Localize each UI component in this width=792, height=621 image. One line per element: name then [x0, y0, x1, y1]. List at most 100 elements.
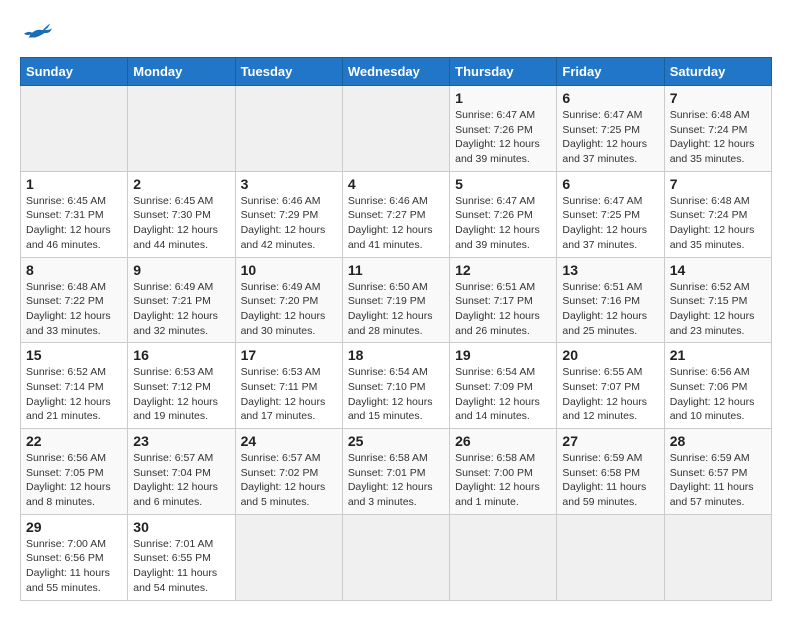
day-number: 22: [26, 433, 122, 449]
day-detail: Sunrise: 6:57 AMSunset: 7:04 PMDaylight:…: [133, 451, 229, 510]
day-number: 1: [455, 90, 551, 106]
calendar-day-cell: 7 Sunrise: 6:48 AMSunset: 7:24 PMDaylight…: [664, 86, 771, 172]
day-number: 9: [133, 262, 229, 278]
calendar-day-cell: [235, 514, 342, 600]
day-detail: Sunrise: 6:49 AMSunset: 7:20 PMDaylight:…: [241, 280, 337, 339]
day-number: 6: [562, 176, 658, 192]
day-number: 2: [133, 176, 229, 192]
calendar-day-cell: 18 Sunrise: 6:54 AMSunset: 7:10 PMDayligh…: [342, 343, 449, 429]
calendar-day-cell: [664, 514, 771, 600]
day-detail: Sunrise: 6:52 AMSunset: 7:14 PMDaylight:…: [26, 365, 122, 424]
calendar-day-cell: 23Sunrise: 6:57 AMSunset: 7:04 PMDayligh…: [128, 429, 235, 515]
calendar-day-cell: 2 Sunrise: 6:45 AMSunset: 7:30 PMDaylight…: [128, 171, 235, 257]
day-detail: Sunrise: 7:00 AMSunset: 6:56 PMDaylight:…: [26, 537, 122, 596]
day-number: 24: [241, 433, 337, 449]
day-detail: Sunrise: 6:47 AMSunset: 7:25 PMDaylight:…: [562, 108, 658, 167]
day-of-week-header: Thursday: [450, 58, 557, 86]
calendar-day-cell: 21Sunrise: 6:56 AMSunset: 7:06 PMDayligh…: [664, 343, 771, 429]
day-detail: Sunrise: 6:56 AMSunset: 7:05 PMDaylight:…: [26, 451, 122, 510]
day-number: 13: [562, 262, 658, 278]
day-number: 7: [670, 176, 766, 192]
calendar-day-cell: 14 Sunrise: 6:52 AMSunset: 7:15 PMDayligh…: [664, 257, 771, 343]
day-number: 27: [562, 433, 658, 449]
logo: [20, 20, 52, 47]
day-of-week-header: Saturday: [664, 58, 771, 86]
day-detail: Sunrise: 6:50 AMSunset: 7:19 PMDaylight:…: [348, 280, 444, 339]
day-number: 12: [455, 262, 551, 278]
calendar-day-cell: 4 Sunrise: 6:46 AMSunset: 7:27 PMDaylight…: [342, 171, 449, 257]
calendar-day-cell: 22 Sunrise: 6:56 AMSunset: 7:05 PMDayligh…: [21, 429, 128, 515]
calendar-day-cell: 8Sunrise: 6:48 AMSunset: 7:22 PMDaylight…: [21, 257, 128, 343]
calendar-week-row: 15Sunrise: 6:52 AMSunset: 7:14 PMDayligh…: [21, 343, 772, 429]
calendar-week-row: 29Sunrise: 7:00 AMSunset: 6:56 PMDayligh…: [21, 514, 772, 600]
day-number: 28: [670, 433, 766, 449]
day-detail: Sunrise: 6:48 AMSunset: 7:24 PMDaylight:…: [670, 108, 766, 167]
calendar-day-cell: 30Sunrise: 7:01 AMSunset: 6:55 PMDayligh…: [128, 514, 235, 600]
calendar-day-cell: [235, 86, 342, 172]
day-detail: Sunrise: 6:48 AMSunset: 7:24 PMDaylight:…: [670, 194, 766, 253]
day-number: 4: [348, 176, 444, 192]
day-detail: Sunrise: 6:58 AMSunset: 7:00 PMDaylight:…: [455, 451, 551, 510]
calendar-day-cell: 1 Sunrise: 6:45 AMSunset: 7:31 PMDaylight…: [21, 171, 128, 257]
calendar-day-cell: [21, 86, 128, 172]
day-of-week-header: Tuesday: [235, 58, 342, 86]
calendar-day-cell: [450, 514, 557, 600]
calendar-day-cell: 1Sunrise: 6:47 AMSunset: 7:26 PMDaylight…: [450, 86, 557, 172]
day-number: 1: [26, 176, 122, 192]
day-detail: Sunrise: 6:45 AMSunset: 7:30 PMDaylight:…: [133, 194, 229, 253]
day-number: 25: [348, 433, 444, 449]
day-detail: Sunrise: 6:49 AMSunset: 7:21 PMDaylight:…: [133, 280, 229, 339]
day-detail: Sunrise: 6:59 AMSunset: 6:58 PMDaylight:…: [562, 451, 658, 510]
calendar-week-row: 1Sunrise: 6:47 AMSunset: 7:26 PMDaylight…: [21, 86, 772, 172]
calendar-day-cell: 24Sunrise: 6:57 AMSunset: 7:02 PMDayligh…: [235, 429, 342, 515]
calendar-week-row: 1 Sunrise: 6:45 AMSunset: 7:31 PMDaylight…: [21, 171, 772, 257]
calendar-header-row: SundayMondayTuesdayWednesdayThursdayFrid…: [21, 58, 772, 86]
day-detail: Sunrise: 6:46 AMSunset: 7:27 PMDaylight:…: [348, 194, 444, 253]
calendar-day-cell: 27 Sunrise: 6:59 AMSunset: 6:58 PMDayligh…: [557, 429, 664, 515]
day-detail: Sunrise: 6:47 AMSunset: 7:26 PMDaylight:…: [455, 194, 551, 253]
day-detail: Sunrise: 6:59 AMSunset: 6:57 PMDaylight:…: [670, 451, 766, 510]
calendar-week-row: 22 Sunrise: 6:56 AMSunset: 7:05 PMDayligh…: [21, 429, 772, 515]
calendar-day-cell: 12Sunrise: 6:51 AMSunset: 7:17 PMDayligh…: [450, 257, 557, 343]
day-detail: Sunrise: 6:52 AMSunset: 7:15 PMDaylight:…: [670, 280, 766, 339]
calendar-day-cell: 13Sunrise: 6:51 AMSunset: 7:16 PMDayligh…: [557, 257, 664, 343]
day-of-week-header: Friday: [557, 58, 664, 86]
bird-icon: [24, 20, 52, 47]
day-detail: Sunrise: 6:45 AMSunset: 7:31 PMDaylight:…: [26, 194, 122, 253]
calendar-week-row: 8Sunrise: 6:48 AMSunset: 7:22 PMDaylight…: [21, 257, 772, 343]
calendar-day-cell: 10 Sunrise: 6:49 AMSunset: 7:20 PMDayligh…: [235, 257, 342, 343]
day-detail: Sunrise: 6:53 AMSunset: 7:11 PMDaylight:…: [241, 365, 337, 424]
day-detail: Sunrise: 6:54 AMSunset: 7:09 PMDaylight:…: [455, 365, 551, 424]
day-of-week-header: Monday: [128, 58, 235, 86]
day-detail: Sunrise: 6:56 AMSunset: 7:06 PMDaylight:…: [670, 365, 766, 424]
day-number: 18: [348, 347, 444, 363]
calendar-day-cell: [342, 86, 449, 172]
calendar-day-cell: 20Sunrise: 6:55 AMSunset: 7:07 PMDayligh…: [557, 343, 664, 429]
calendar-day-cell: 9 Sunrise: 6:49 AMSunset: 7:21 PMDaylight…: [128, 257, 235, 343]
calendar-day-cell: 25 Sunrise: 6:58 AMSunset: 7:01 PMDayligh…: [342, 429, 449, 515]
day-detail: Sunrise: 6:46 AMSunset: 7:29 PMDaylight:…: [241, 194, 337, 253]
calendar-day-cell: 17 Sunrise: 6:53 AMSunset: 7:11 PMDayligh…: [235, 343, 342, 429]
day-number: 17: [241, 347, 337, 363]
calendar-day-cell: 29Sunrise: 7:00 AMSunset: 6:56 PMDayligh…: [21, 514, 128, 600]
calendar-table: SundayMondayTuesdayWednesdayThursdayFrid…: [20, 57, 772, 601]
day-number: 7: [670, 90, 766, 106]
calendar-day-cell: 11Sunrise: 6:50 AMSunset: 7:19 PMDayligh…: [342, 257, 449, 343]
calendar-day-cell: 28 Sunrise: 6:59 AMSunset: 6:57 PMDayligh…: [664, 429, 771, 515]
day-number: 19: [455, 347, 551, 363]
calendar-day-cell: 16Sunrise: 6:53 AMSunset: 7:12 PMDayligh…: [128, 343, 235, 429]
day-detail: Sunrise: 6:54 AMSunset: 7:10 PMDaylight:…: [348, 365, 444, 424]
calendar-day-cell: 6Sunrise: 6:47 AMSunset: 7:25 PMDaylight…: [557, 86, 664, 172]
calendar-day-cell: 26Sunrise: 6:58 AMSunset: 7:00 PMDayligh…: [450, 429, 557, 515]
day-number: 3: [241, 176, 337, 192]
day-number: 14: [670, 262, 766, 278]
calendar-day-cell: 7 Sunrise: 6:48 AMSunset: 7:24 PMDaylight…: [664, 171, 771, 257]
day-number: 30: [133, 519, 229, 535]
day-of-week-header: Sunday: [21, 58, 128, 86]
page-header: [20, 20, 772, 47]
day-detail: Sunrise: 6:58 AMSunset: 7:01 PMDaylight:…: [348, 451, 444, 510]
day-number: 10: [241, 262, 337, 278]
day-detail: Sunrise: 6:48 AMSunset: 7:22 PMDaylight:…: [26, 280, 122, 339]
calendar-day-cell: 6Sunrise: 6:47 AMSunset: 7:25 PMDaylight…: [557, 171, 664, 257]
day-number: 20: [562, 347, 658, 363]
